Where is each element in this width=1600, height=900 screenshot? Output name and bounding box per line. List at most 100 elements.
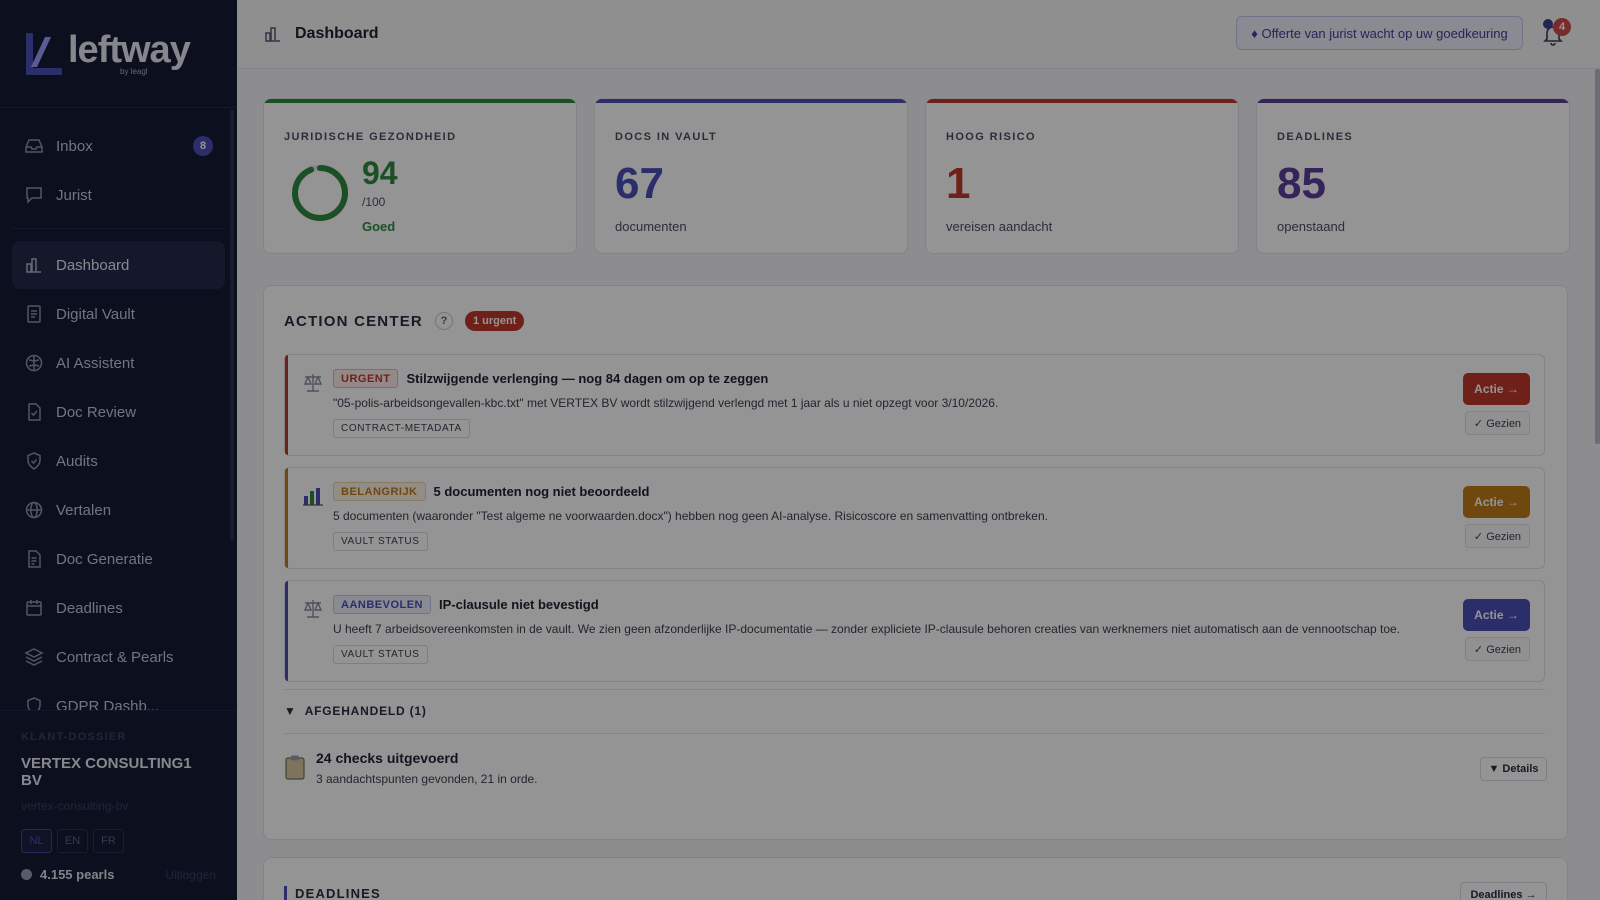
sidebar-item-audits[interactable]: Audits — [12, 437, 225, 485]
action-center-title: ACTION CENTER — [284, 312, 423, 330]
deadlines-link-button[interactable]: Deadlines → — [1460, 882, 1547, 900]
chat-icon — [26, 187, 42, 204]
sidebar-item-label: Inbox — [56, 137, 93, 155]
main-scrollbar[interactable] — [1595, 69, 1600, 444]
deadlines-count: 85 — [1277, 159, 1326, 208]
logout-link[interactable]: Uitloggen — [165, 868, 216, 882]
client-dossier: KLANT-DOSSIER VERTEX CONSULTING1 BV vert… — [0, 710, 237, 900]
inbox-icon — [25, 139, 43, 153]
deadlines-title: DEADLINES — [284, 886, 381, 900]
action-title: Stilzwijgende verlenging — nog 84 dagen … — [406, 371, 769, 386]
stat-sub: documenten — [615, 219, 687, 234]
inbox-count-badge: 8 — [193, 136, 213, 156]
lang-en-button[interactable]: EN — [57, 829, 88, 853]
health-status: Goed — [362, 219, 396, 234]
notification-dot — [1543, 19, 1553, 29]
sidebar-item-doc-review[interactable]: Doc Review — [12, 388, 225, 436]
action-item-urgent: URGENT Stilzwijgende verlenging — nog 84… — [284, 354, 1545, 456]
deadlines-panel: DEADLINES Deadlines → — [263, 857, 1568, 900]
globe-icon — [25, 501, 43, 519]
sidebar-item-label: Vertalen — [56, 501, 112, 519]
sidebar-item-ai-assistent[interactable]: AI Assistent — [12, 339, 225, 387]
stat-card-docs[interactable]: DOCS IN VAULT 67 documenten — [594, 98, 908, 254]
checks-subtitle: 3 aandachtspunten gevonden, 21 in orde. — [316, 772, 538, 786]
sidebar-item-label: Jurist — [56, 186, 92, 204]
sidebar-item-label: Contract & Pearls — [56, 648, 174, 666]
offer-approval-button[interactable]: ♦ Offerte van jurist wacht op uw goedkeu… — [1236, 16, 1523, 50]
stat-card-health[interactable]: JURIDISCHE GEZONDHEID 94 /100 Goed — [263, 98, 577, 254]
stat-sub: openstaand — [1277, 219, 1345, 234]
client-slug: vertex-consulting-bv — [21, 799, 129, 813]
sidebar-item-digital-vault[interactable]: Digital Vault — [12, 290, 225, 338]
page-title: Dashboard — [295, 25, 379, 42]
sidebar-item-vertalen[interactable]: Vertalen — [12, 486, 225, 534]
action-item-recommended: AANBEVOLEN IP-clausule niet bevestigd U … — [284, 580, 1545, 682]
sidebar-item-dashboard[interactable]: Dashboard — [12, 241, 225, 289]
brand-logo[interactable]: leftway by leagl — [0, 0, 237, 108]
action-description: U heeft 7 arbeidsovereenkomsten in de va… — [333, 622, 1401, 636]
lang-fr-button[interactable]: FR — [93, 829, 124, 853]
urgent-tag: URGENT — [333, 369, 399, 388]
action-button[interactable]: Actie → — [1463, 373, 1530, 405]
client-kicker: KLANT-DOSSIER — [21, 731, 127, 743]
sidebar-scrollbar[interactable] — [230, 110, 234, 540]
action-description: 5 documenten (waaronder "Test algeme ne … — [333, 509, 1048, 523]
help-icon[interactable]: ? — [434, 312, 453, 330]
stat-kicker: JURIDISCHE GEZONDHEID — [284, 131, 457, 143]
health-gauge — [292, 165, 348, 221]
language-switcher: NL EN FR — [21, 829, 216, 853]
sidebar-item-label: AI Assistent — [56, 354, 135, 372]
bar-chart-icon — [303, 488, 323, 506]
recommended-tag: AANBEVOLEN — [333, 595, 432, 614]
calendar-icon — [26, 600, 42, 616]
seen-button[interactable]: ✓ Gezien — [1465, 637, 1530, 661]
details-button[interactable]: ▼ Details — [1480, 757, 1547, 781]
action-title: 5 documenten nog niet beoordeeld — [433, 484, 650, 499]
pearl-icon — [21, 869, 32, 880]
divider — [284, 733, 1545, 734]
sidebar-item-doc-generatie[interactable]: Doc Generatie — [12, 535, 225, 583]
health-score: 94 — [362, 155, 398, 191]
action-center-panel: ACTION CENTER ? 1 urgent URGENT Stilzwij… — [263, 285, 1568, 840]
sidebar-item-label: Doc Review — [56, 403, 137, 421]
bar-chart-icon — [26, 258, 41, 273]
lang-nl-button[interactable]: NL — [21, 829, 52, 853]
pearls-balance: 4.155 pearls — [21, 867, 114, 882]
checks-title: 24 checks uitgevoerd — [316, 750, 459, 766]
clipboard-icon — [285, 755, 305, 780]
stat-kicker: HOOG RISICO — [946, 131, 1036, 143]
pearls-value: 4.155 pearls — [40, 867, 115, 882]
brain-icon — [25, 354, 43, 372]
scales-icon — [303, 600, 323, 618]
sidebar-item-label: Doc Generatie — [56, 550, 153, 568]
sidebar: leftway by leagl Inbox 8 Jurist Dashboar… — [0, 0, 237, 900]
source-chip: CONTRACT-METADATA — [333, 419, 470, 438]
stat-card-risk[interactable]: HOOG RISICO 1 vereisen aandacht — [925, 98, 1239, 254]
caret-down-icon: ▼ — [284, 704, 297, 718]
brand-sub: by leagl — [120, 67, 148, 76]
health-max: /100 — [362, 195, 386, 209]
sidebar-item-contract-pearls[interactable]: Contract & Pearls — [12, 633, 225, 681]
document-icon — [27, 305, 41, 323]
source-chip: VAULT STATUS — [333, 532, 428, 551]
action-button[interactable]: Actie → — [1463, 486, 1530, 518]
scales-icon — [303, 374, 323, 392]
logo-mark-icon — [26, 32, 62, 75]
sidebar-item-jurist[interactable]: Jurist — [12, 171, 225, 219]
client-name[interactable]: VERTEX CONSULTING1 BV — [21, 755, 216, 789]
sidebar-item-deadlines[interactable]: Deadlines — [12, 584, 225, 632]
handled-label: AFGEHANDELD (1) — [304, 704, 427, 718]
checks-summary: 24 checks uitgevoerd 3 aandachtspunten g… — [284, 750, 538, 786]
seen-button[interactable]: ✓ Gezien — [1465, 524, 1530, 548]
handled-toggle[interactable]: ▼ AFGEHANDELD (1) — [284, 704, 427, 718]
layers-icon — [24, 648, 44, 666]
risk-count: 1 — [946, 159, 971, 208]
sidebar-item-label: Dashboard — [56, 256, 130, 274]
seen-button[interactable]: ✓ Gezien — [1465, 411, 1530, 435]
action-description: "05-polis-arbeidsongevallen-kbc.txt" met… — [333, 396, 999, 410]
docs-count: 67 — [615, 159, 664, 208]
stat-card-deadlines[interactable]: DEADLINES 85 openstaand — [1256, 98, 1570, 254]
action-button[interactable]: Actie → — [1463, 599, 1530, 631]
sidebar-item-label: Digital Vault — [56, 305, 135, 323]
sidebar-item-inbox[interactable]: Inbox 8 — [12, 122, 225, 170]
